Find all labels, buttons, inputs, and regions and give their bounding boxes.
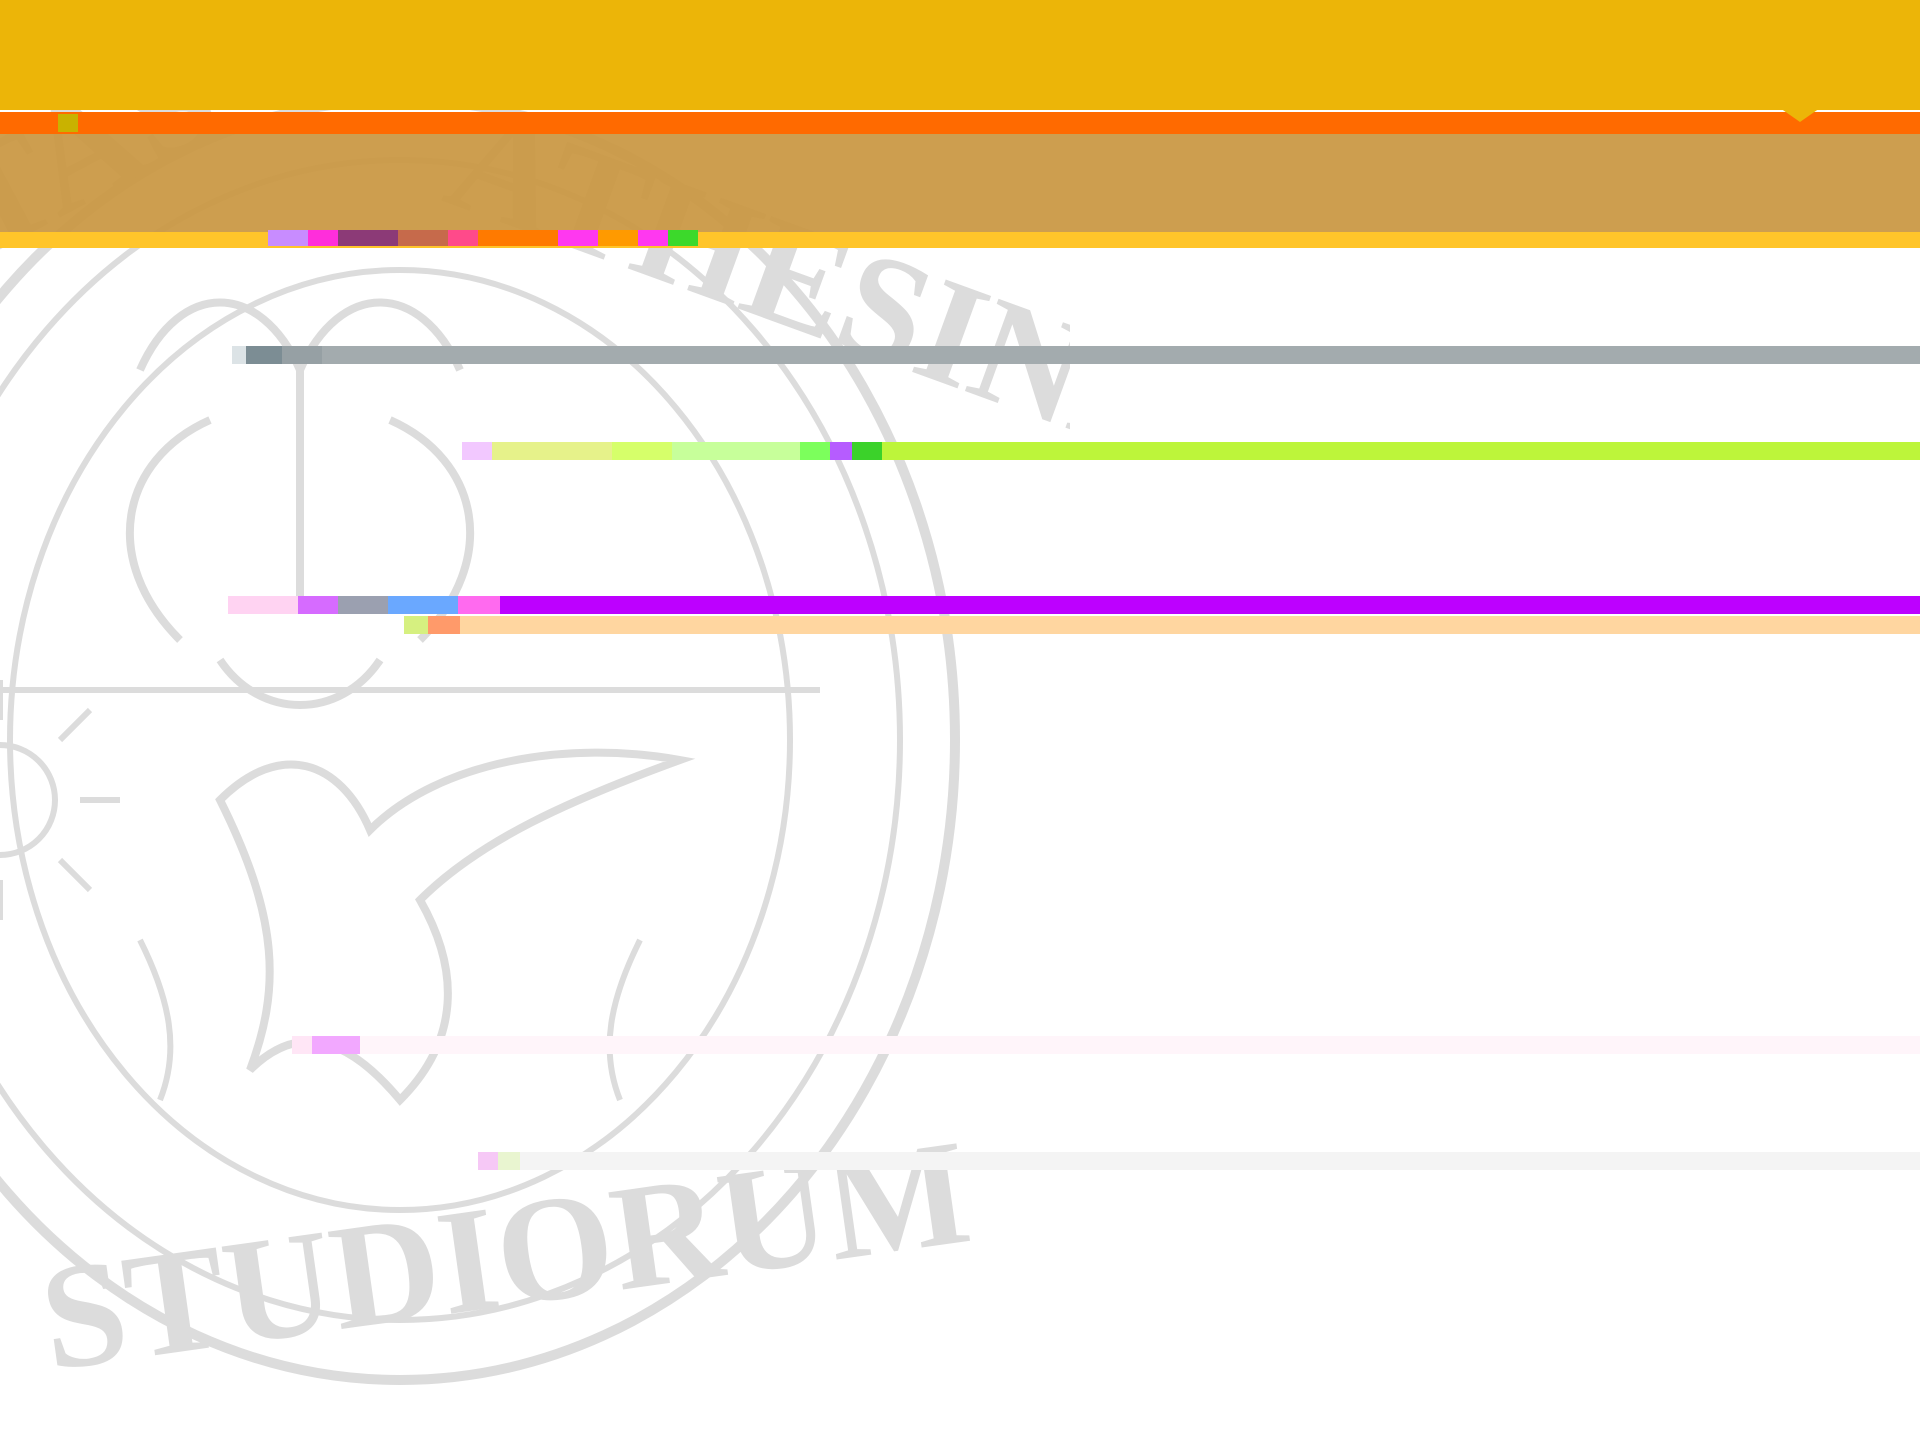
purple-divider-bar — [500, 596, 1920, 614]
header-top-band — [0, 0, 1920, 110]
peach-bar-glitch — [404, 616, 460, 634]
chevron-down-icon — [1780, 108, 1820, 122]
header-lower-band — [0, 134, 1920, 232]
pale-pink-bar-glitch — [292, 1036, 360, 1054]
purple-bar-glitch — [228, 596, 500, 614]
pale-gray-divider-bar — [520, 1152, 1920, 1170]
header-glitch-segment — [268, 230, 698, 246]
pale-gray-bar-glitch — [478, 1152, 520, 1170]
pale-pink-divider-bar — [360, 1036, 1920, 1054]
header-orange-stripe — [0, 112, 1920, 134]
gray-bar-glitch — [232, 346, 322, 364]
peach-divider-bar — [460, 616, 1920, 634]
lime-bar-glitch — [462, 442, 882, 460]
gray-divider-bar — [250, 346, 1920, 364]
header-stripe-start-marker — [58, 114, 78, 132]
